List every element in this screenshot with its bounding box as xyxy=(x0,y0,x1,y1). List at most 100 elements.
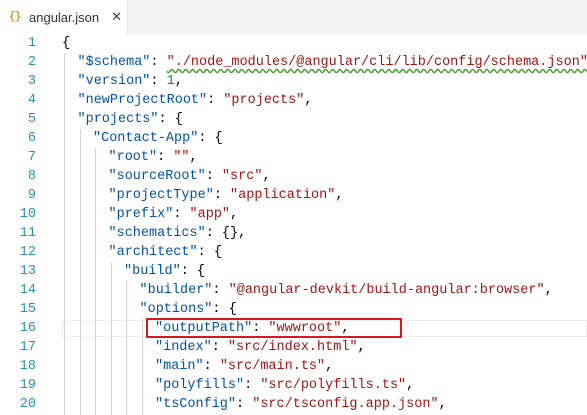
code-text: "version": 1, xyxy=(78,72,183,91)
code-line: 4 "newProjectRoot": "projects", xyxy=(0,91,587,110)
line-number: 16 xyxy=(19,321,36,336)
code-text: "sourceRoot": "src", xyxy=(109,167,271,186)
json-punctuation: , xyxy=(304,93,313,108)
json-punctuation: : xyxy=(207,93,224,108)
json-string: "" xyxy=(173,150,190,165)
json-punctuation: : { xyxy=(197,245,222,260)
code-line: 6 "Contact-App": { xyxy=(0,129,587,148)
json-key: "newProjectRoot" xyxy=(77,93,208,108)
json-punctuation: , xyxy=(438,397,447,412)
json-string: "src/tsconfig.app.json" xyxy=(252,397,439,412)
json-key: "polyfills" xyxy=(155,378,245,393)
line-number: 3 xyxy=(27,74,36,89)
code-line: 5 "projects": { xyxy=(0,110,587,129)
code-text: "schematics": {}, xyxy=(109,224,247,243)
line-number: 9 xyxy=(27,188,36,203)
json-string: "projects" xyxy=(223,93,305,108)
line-number: 11 xyxy=(19,226,36,241)
code-text: "prefix": "app", xyxy=(109,205,239,224)
code-text: "polyfills": "src/polyfills.ts", xyxy=(155,376,414,395)
code-line: 3 "version": 1, xyxy=(0,72,587,91)
code-line: 13 "build": { xyxy=(0,262,587,281)
json-punctuation: : { xyxy=(158,112,183,127)
json-punctuation: , xyxy=(230,207,239,222)
code-text: "$schema": "./node_modules/@angular/cli/… xyxy=(78,53,587,72)
line-number: 12 xyxy=(19,245,36,260)
json-key: "main" xyxy=(155,359,204,374)
json-punctuation: : { xyxy=(198,131,223,146)
json-punctuation: : xyxy=(157,150,174,165)
json-punctuation: , xyxy=(174,74,183,89)
json-punctuation: , xyxy=(544,283,553,298)
code-line: 11 "schematics": {}, xyxy=(0,224,587,243)
json-string: "src/polyfills.ts" xyxy=(260,378,407,393)
code-text: "projectType": "application", xyxy=(109,186,344,205)
close-icon[interactable]: ✕ xyxy=(111,9,122,25)
code-line: 8 "sourceRoot": "src", xyxy=(0,167,587,186)
json-key: "schematics" xyxy=(108,226,206,241)
json-key: "version" xyxy=(77,74,151,89)
code-line: 12 "architect": { xyxy=(0,243,587,262)
line-number: 19 xyxy=(19,378,36,393)
json-punctuation: : xyxy=(212,283,229,298)
code-line: 19 "polyfills": "src/polyfills.ts", xyxy=(0,376,587,395)
json-key: "build" xyxy=(124,264,181,279)
json-key: "prefix" xyxy=(108,207,174,222)
line-number: 18 xyxy=(19,359,36,374)
code-text: "tsConfig": "src/tsconfig.app.json", xyxy=(155,395,447,414)
json-key: "sourceRoot" xyxy=(108,169,206,184)
line-number: 14 xyxy=(19,283,36,298)
code-line: 20 "tsConfig": "src/tsconfig.app.json", xyxy=(0,395,587,414)
line-number: 10 xyxy=(19,207,36,222)
json-punctuation: , xyxy=(406,378,415,393)
code-line: 15 "options": { xyxy=(0,300,587,319)
json-key: "projectType" xyxy=(108,188,214,203)
line-number: 1 xyxy=(27,36,36,51)
code-line: 18 "main": "src/main.ts", xyxy=(0,357,587,376)
code-text: { xyxy=(62,34,70,53)
code-line: 2 "$schema": "./node_modules/@angular/cli… xyxy=(0,53,587,72)
json-punctuation: , xyxy=(189,150,198,165)
line-number: 5 xyxy=(27,112,36,127)
code-text: "options": { xyxy=(140,300,237,319)
code-text: "architect": { xyxy=(109,243,222,262)
line-number: 15 xyxy=(19,302,36,317)
json-punctuation: : xyxy=(244,378,261,393)
line-number: 13 xyxy=(19,264,36,279)
line-number: 7 xyxy=(27,150,36,165)
code-text: "newProjectRoot": "projects", xyxy=(78,91,313,110)
json-key: "root" xyxy=(108,150,158,165)
annotation-highlight-box xyxy=(146,318,402,338)
json-punctuation: : xyxy=(205,169,222,184)
code-editor[interactable]: 1{2 "$schema": "./node_modules/@angular/c… xyxy=(0,34,587,415)
code-line: 14 "builder": "@angular-devkit/build-angu… xyxy=(0,281,587,300)
code-text: "root": "", xyxy=(109,148,198,167)
json-number: 1 xyxy=(166,74,175,89)
json-punctuation: : {}, xyxy=(205,226,247,241)
tab-angular-json[interactable]: {} angular.json ✕ xyxy=(0,0,128,34)
json-punctuation: , xyxy=(357,340,366,355)
json-punctuation: : { xyxy=(212,302,237,317)
editor-tab-bar: {} angular.json ✕ xyxy=(0,0,587,35)
line-number: 2 xyxy=(27,55,36,70)
json-punctuation: , xyxy=(325,359,334,374)
json-string: "app" xyxy=(189,207,231,222)
line-number: 4 xyxy=(27,93,36,108)
json-punctuation: { xyxy=(62,36,71,51)
json-punctuation: : xyxy=(173,207,190,222)
json-punctuation: : xyxy=(150,74,167,89)
code-text: "build": { xyxy=(124,262,205,281)
code-line: 9 "projectType": "application", xyxy=(0,186,587,205)
json-punctuation: : xyxy=(213,188,231,203)
json-punctuation: : xyxy=(203,359,220,374)
json-string: "src/index.html" xyxy=(227,340,358,355)
line-number: 17 xyxy=(19,340,36,355)
json-string: "src" xyxy=(221,169,263,184)
code-line: 17 "index": "src/index.html", xyxy=(0,338,587,357)
code-text: "projects": { xyxy=(78,110,183,129)
code-line: 1{ xyxy=(0,34,587,53)
json-punctuation: , xyxy=(262,169,271,184)
json-key: "builder" xyxy=(139,283,213,298)
json-punctuation: : { xyxy=(180,264,206,279)
code-text: "builder": "@angular-devkit/build-angula… xyxy=(140,281,553,300)
